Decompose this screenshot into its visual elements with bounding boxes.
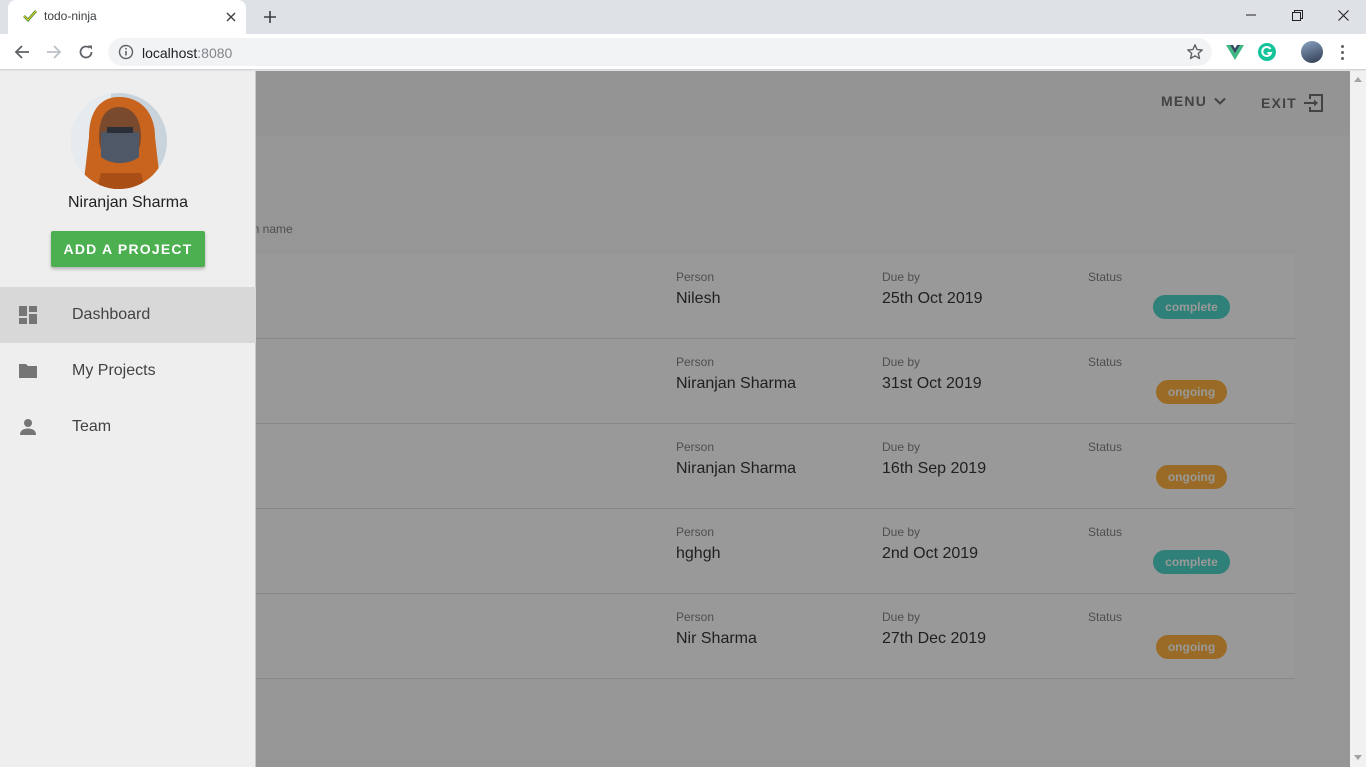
user-photo <box>71 93 167 189</box>
bookmark-star-icon[interactable] <box>1186 43 1204 61</box>
nav-item-team[interactable]: Team <box>0 399 256 455</box>
nav-item-label: My Projects <box>72 362 156 379</box>
site-info-icon[interactable] <box>118 44 134 60</box>
reload-icon[interactable] <box>73 39 99 65</box>
page-viewport: MENU EXIT son name Person Nilesh Due by … <box>0 71 1366 767</box>
user-avatar <box>71 93 167 189</box>
grammarly-icon[interactable] <box>1257 42 1277 62</box>
vue-devtools-icon[interactable] <box>1225 42 1245 62</box>
back-icon[interactable] <box>9 39 35 65</box>
nav-item-my-projects[interactable]: My Projects <box>0 343 256 399</box>
navigation-drawer: Niranjan Sharma ADD A PROJECT Dashboard … <box>0 71 256 767</box>
dashboard-icon <box>19 306 37 324</box>
checkmark-icon <box>23 10 37 22</box>
url-text: localhost:8080 <box>142 45 232 61</box>
add-project-button[interactable]: ADD A PROJECT <box>51 231 205 267</box>
nav-item-dashboard[interactable]: Dashboard <box>0 287 256 343</box>
page-scrollbar[interactable] <box>1350 71 1366 767</box>
new-tab-icon[interactable] <box>258 6 282 28</box>
person-icon <box>20 419 36 435</box>
browser-tabstrip: todo-ninja <box>0 0 1366 34</box>
folder-icon <box>19 364 37 378</box>
scroll-up-icon[interactable] <box>1354 77 1362 82</box>
user-name: Niranjan Sharma <box>67 194 189 211</box>
url-host: localhost <box>142 45 198 61</box>
tab-close-icon[interactable] <box>222 8 240 26</box>
url-port: :8080 <box>197 45 233 61</box>
address-bar[interactable]: localhost:8080 <box>108 38 1212 66</box>
tab-title: todo-ninja <box>44 9 97 23</box>
browser-toolbar: localhost:8080 <box>0 34 1366 70</box>
browser-menu-icon[interactable] <box>1336 42 1348 62</box>
scroll-down-icon[interactable] <box>1354 755 1362 760</box>
nav-item-label: Team <box>72 418 112 435</box>
browser-tab[interactable]: todo-ninja <box>8 0 246 34</box>
minimize-icon[interactable] <box>1228 0 1274 30</box>
forward-icon[interactable] <box>41 39 67 65</box>
restore-icon[interactable] <box>1274 0 1320 30</box>
nav-item-label: Dashboard <box>72 306 151 323</box>
window-close-icon[interactable] <box>1320 0 1366 30</box>
profile-avatar[interactable] <box>1301 41 1323 63</box>
